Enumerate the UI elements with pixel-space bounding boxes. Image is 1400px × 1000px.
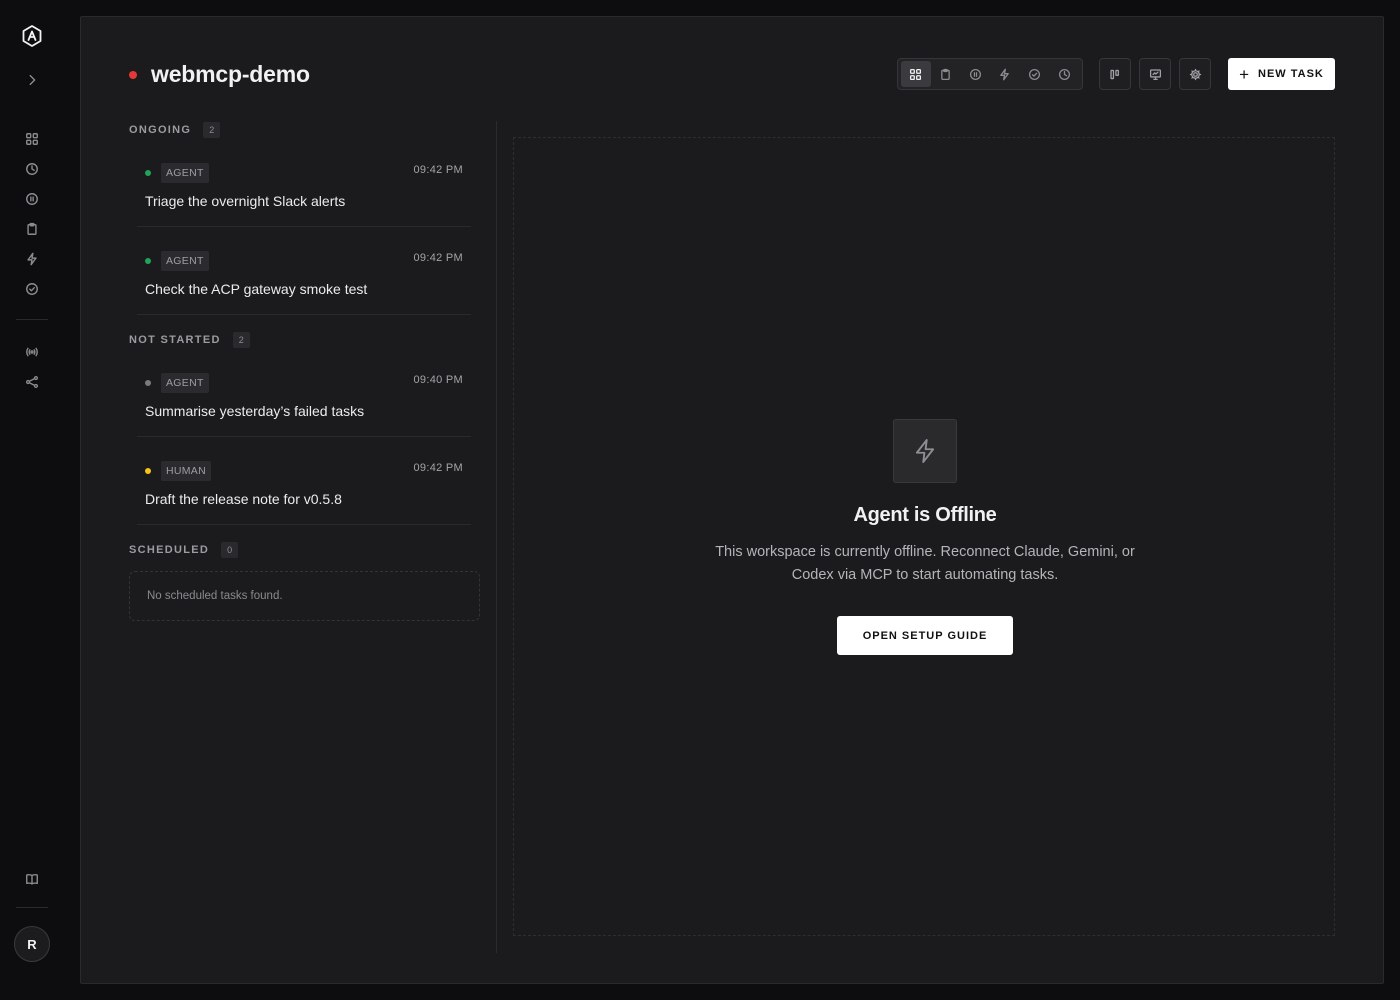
pause-circle-icon[interactable] — [22, 189, 42, 209]
view-scheduled-button[interactable] — [1049, 61, 1079, 87]
view-switcher — [897, 58, 1083, 90]
book-icon[interactable] — [22, 869, 42, 889]
grid-icon[interactable] — [22, 129, 42, 149]
view-done-button[interactable] — [1020, 61, 1050, 87]
open-setup-guide-button[interactable]: OPEN SETUP GUIDE — [837, 616, 1013, 655]
task-status-dot — [145, 468, 151, 474]
plus-icon: + — [1239, 64, 1251, 84]
section-ongoing-header[interactable]: ONGOING 2 — [129, 121, 481, 139]
app-logo-icon[interactable] — [20, 24, 44, 48]
task-type-badge: AGENT — [161, 373, 209, 393]
pause-circle-icon — [969, 68, 981, 80]
check-circle-icon[interactable] — [22, 279, 42, 299]
section-scheduled-header[interactable]: SCHEDULED 0 — [129, 541, 481, 559]
task-meta: AGENT — [145, 163, 209, 183]
task-status-dot — [145, 380, 151, 386]
view-grid-button[interactable] — [901, 61, 931, 87]
bolt-icon[interactable] — [22, 249, 42, 269]
clock-icon — [1058, 68, 1070, 80]
view-active-button[interactable] — [990, 61, 1020, 87]
clipboard-icon[interactable] — [22, 219, 42, 239]
presentation-icon — [1149, 68, 1161, 80]
section-count: 2 — [203, 122, 221, 138]
detail-pane: Agent is Offline This workspace is curre… — [513, 137, 1335, 936]
bolt-icon — [893, 419, 957, 483]
offline-description: This workspace is currently offline. Rec… — [715, 544, 1135, 583]
task-card[interactable]: AGENT 09:40 PM Summarise yesterday’s fai… — [137, 349, 471, 437]
presentation-button[interactable] — [1139, 58, 1171, 90]
clock-icon[interactable] — [22, 159, 42, 179]
rail-divider — [16, 319, 48, 320]
check-circle-icon — [1028, 68, 1041, 80]
task-list: ONGOING 2 AGENT 09:42 PM Triage the over… — [129, 121, 481, 621]
avatar[interactable]: R — [14, 926, 50, 962]
workspace-status-dot — [129, 70, 137, 79]
broadcast-icon[interactable] — [22, 342, 42, 362]
column-divider — [496, 121, 497, 953]
task-time: 09:42 PM — [413, 164, 463, 176]
expand-sidebar-icon[interactable] — [22, 70, 42, 90]
task-meta: HUMAN — [145, 461, 211, 481]
columns-button[interactable] — [1099, 58, 1131, 90]
task-status-dot — [145, 258, 151, 264]
settings-button[interactable] — [1179, 58, 1211, 90]
scheduled-empty-state: No scheduled tasks found. — [129, 571, 480, 621]
task-type-badge: AGENT — [161, 163, 209, 183]
task-type-badge: AGENT — [161, 251, 209, 271]
task-time: 09:42 PM — [413, 252, 463, 264]
new-task-label: NEW TASK — [1258, 68, 1324, 80]
section-count: 2 — [232, 332, 250, 348]
section-count: 0 — [221, 542, 239, 558]
task-meta: AGENT — [145, 373, 209, 393]
rail-divider — [16, 907, 48, 908]
view-paused-button[interactable] — [960, 61, 990, 87]
task-meta: AGENT — [145, 251, 209, 271]
task-time: 09:40 PM — [413, 374, 463, 386]
task-status-dot — [145, 170, 151, 176]
task-title: Summarise yesterday’s failed tasks — [145, 403, 365, 419]
task-title: Draft the release note for v0.5.8 — [145, 491, 342, 507]
share-icon[interactable] — [22, 372, 42, 392]
task-card[interactable]: AGENT 09:42 PM Check the ACP gateway smo… — [137, 227, 471, 315]
task-card[interactable]: AGENT 09:42 PM Triage the overnight Slac… — [137, 139, 471, 227]
main-panel: webmcp-demo + NEW TASK ONGOING 2 AGENT 0… — [80, 16, 1384, 984]
gear-icon — [1189, 68, 1201, 80]
offline-title: Agent is Offline — [853, 504, 997, 526]
clipboard-icon — [941, 68, 950, 80]
bolt-icon — [1000, 68, 1010, 80]
section-not-started-header[interactable]: NOT STARTED 2 — [129, 331, 481, 349]
section-title: ONGOING — [129, 124, 192, 136]
task-title: Triage the overnight Slack alerts — [145, 193, 346, 209]
task-title: Check the ACP gateway smoke test — [145, 281, 368, 297]
columns-icon — [1109, 69, 1119, 79]
left-rail: R — [0, 0, 64, 1000]
view-clipboard-button[interactable] — [931, 61, 961, 87]
section-title: NOT STARTED — [129, 334, 221, 346]
new-task-button[interactable]: + NEW TASK — [1228, 58, 1335, 90]
section-title: SCHEDULED — [129, 544, 210, 556]
grid-icon — [910, 68, 922, 80]
task-time: 09:42 PM — [413, 462, 463, 474]
task-type-badge: HUMAN — [161, 461, 211, 481]
task-card[interactable]: HUMAN 09:42 PM Draft the release note fo… — [137, 437, 471, 525]
page-title: webmcp-demo — [151, 61, 310, 87]
workspace-header: webmcp-demo — [129, 61, 310, 88]
